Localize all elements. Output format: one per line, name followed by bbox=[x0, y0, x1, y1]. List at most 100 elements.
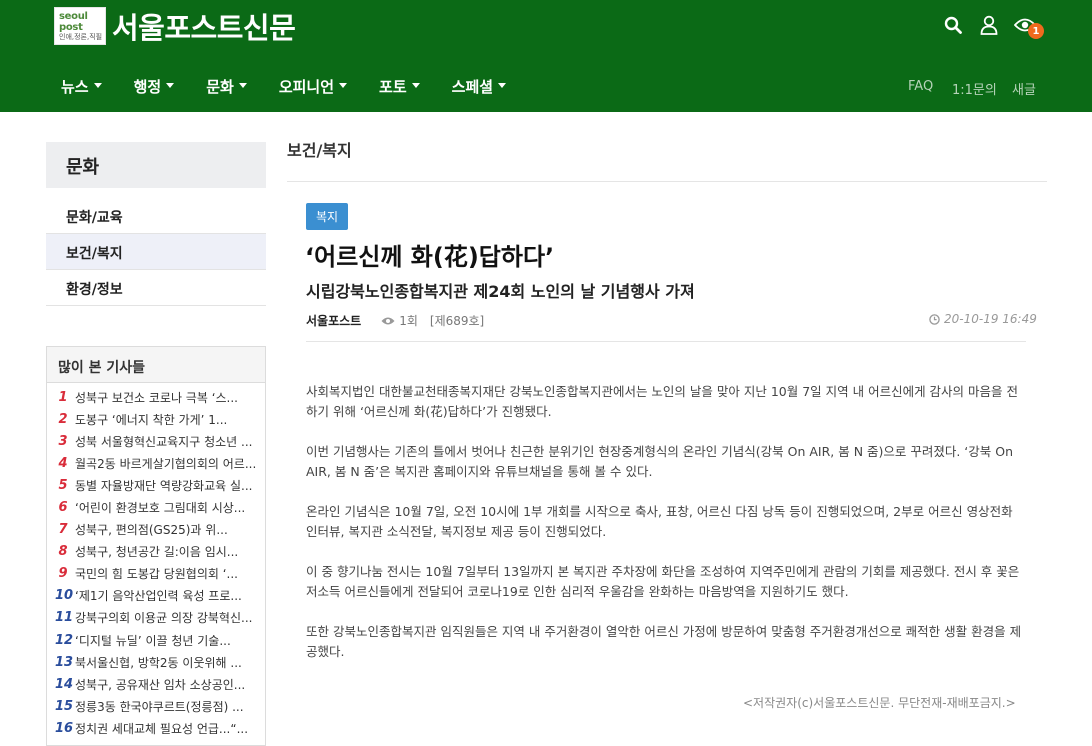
article-subtitle: 시립강북노인종합복지관 제24회 노인의 날 기념행사 가져 bbox=[306, 282, 695, 301]
divider bbox=[306, 341, 1026, 342]
popular-article-item[interactable]: 8 성북구, 청년공간 길:이음 임시... bbox=[55, 541, 261, 563]
popular-rank: 11 bbox=[55, 610, 74, 626]
divider bbox=[287, 181, 1047, 182]
popular-article-item[interactable]: 3 성북 서울형혁신교육지구 청소년 ... bbox=[55, 430, 261, 452]
popular-article-title: 성북구 보건소 코로나 극복 ‘스... bbox=[75, 390, 238, 405]
article-body: 사회복지법인 대한불교천태종복지재단 강북노인종합복지관에서는 노인의 날을 맞… bbox=[306, 382, 1026, 682]
popular-article-item[interactable]: 14 성북구, 공유재산 임차 소상공인... bbox=[55, 673, 261, 695]
popular-article-item[interactable]: 16 정치권 세대교체 필요성 언급...“... bbox=[55, 717, 261, 739]
popular-article-title: 성북구, 공유재산 임차 소상공인... bbox=[75, 677, 246, 692]
nav-label: 뉴스 bbox=[61, 78, 89, 96]
clock-icon bbox=[929, 313, 940, 325]
caret-down-icon bbox=[339, 83, 348, 88]
popular-article-item[interactable]: 9 국민의 힘 도봉갑 당원협의회 ‘... bbox=[55, 563, 261, 585]
popular-rank: 9 bbox=[58, 566, 68, 582]
caret-down-icon bbox=[498, 83, 507, 88]
sidebar-title: 문화 bbox=[46, 142, 266, 188]
popular-article-item[interactable]: 13 북서울신협, 방학2동 이웃위해 ... bbox=[55, 651, 261, 673]
article-date: 20-10-19 16:49 bbox=[929, 312, 1037, 326]
popular-articles: 많이 본 기사들 1 성북구 보건소 코로나 극복 ‘스... 2 도봉구 ‘에너지 … bbox=[46, 346, 266, 746]
issue-number: [제689호] bbox=[429, 314, 485, 328]
nav-opinion[interactable]: 오피니언 bbox=[278, 76, 348, 97]
popular-article-item[interactable]: 15 정릉3동 한국야쿠르트(정릉점) ... bbox=[55, 695, 261, 717]
popular-article-item[interactable]: 2 도봉구 ‘에너지 착한 가게’ 1... bbox=[55, 408, 261, 430]
popular-article-item[interactable]: 12 ‘디지털 뉴딜’ 이끌 청년 기술... bbox=[55, 629, 261, 651]
view-count: 1회 bbox=[381, 312, 418, 329]
popular-article-title: 성북구, 청년공간 길:이음 임시... bbox=[75, 545, 239, 560]
popular-rank: 15 bbox=[55, 698, 74, 714]
nav-administration[interactable]: 행정 bbox=[134, 76, 175, 97]
logo-wordmark: seoul post bbox=[59, 11, 88, 33]
popular-articles-title: 많이 본 기사들 bbox=[47, 347, 265, 383]
inquiry-link[interactable]: 1:1문의 bbox=[952, 79, 997, 98]
site-header: seoul post 인애,정론,직필 서울포스트신문 1 뉴스 행정 문화 오… bbox=[0, 0, 1092, 112]
popular-rank: 13 bbox=[55, 654, 74, 670]
sidebar-menu: 문화/교육 보건/복지 환경/정보 bbox=[46, 198, 266, 306]
sidebar-item-environment-info[interactable]: 환경/정보 bbox=[46, 270, 266, 306]
nav-news[interactable]: 뉴스 bbox=[61, 76, 102, 97]
nav-label: 오피니언 bbox=[278, 78, 335, 96]
view-count-value: 1회 bbox=[399, 314, 418, 328]
popular-rank: 1 bbox=[58, 389, 68, 405]
nav-culture[interactable]: 문화 bbox=[206, 76, 247, 97]
popular-article-item[interactable]: 1 성북구 보건소 코로나 극복 ‘스... bbox=[55, 386, 261, 408]
popular-article-title: 도봉구 ‘에너지 착한 가게’ 1... bbox=[75, 412, 228, 427]
popular-rank: 2 bbox=[58, 411, 68, 427]
caret-down-icon bbox=[166, 83, 175, 88]
popular-article-title: ‘디지털 뉴딜’ 이끌 청년 기술... bbox=[75, 633, 231, 648]
popular-rank: 8 bbox=[58, 544, 68, 560]
nav-photo[interactable]: 포토 bbox=[379, 76, 420, 97]
popular-article-title: 정치권 세대교체 필요성 언급...“... bbox=[75, 721, 249, 736]
article-meta: 서울포스트 1회 [제689호] bbox=[306, 312, 484, 329]
site-title[interactable]: 서울포스트신문 bbox=[112, 5, 296, 47]
faq-link[interactable]: FAQ bbox=[908, 79, 933, 94]
popular-rank: 4 bbox=[58, 455, 68, 471]
article-paragraph: 사회복지법인 대한불교천태종복지재단 강북노인종합복지관에서는 노인의 날을 맞… bbox=[306, 384, 1018, 419]
caret-down-icon bbox=[93, 83, 102, 88]
popular-rank: 16 bbox=[55, 720, 74, 736]
popular-article-item[interactable]: 10 ‘제1기 음악산업인력 육성 프로... bbox=[55, 585, 261, 607]
user-icon[interactable] bbox=[978, 14, 1000, 36]
popular-article-title: ‘어린이 환경보호 그림대회 시상... bbox=[75, 501, 246, 516]
popular-rank: 12 bbox=[55, 632, 74, 648]
popular-article-title: 강북구의회 이용균 의장 강북혁신... bbox=[75, 611, 253, 626]
popular-article-item[interactable]: 4 월곡2동 바르게살기협의회의 어르... bbox=[55, 452, 261, 474]
popular-list: 1 성북구 보건소 코로나 극복 ‘스... 2 도봉구 ‘에너지 착한 가게’ 1.… bbox=[47, 383, 265, 740]
popular-rank: 7 bbox=[58, 522, 68, 538]
popular-article-item[interactable]: 11 강북구의회 이용균 의장 강북혁신... bbox=[55, 607, 261, 629]
popular-rank: 14 bbox=[55, 676, 74, 692]
sidebar-item-health-welfare[interactable]: 보건/복지 bbox=[46, 234, 266, 270]
popular-rank: 10 bbox=[55, 588, 74, 604]
sidebar-item-culture-education[interactable]: 문화/교육 bbox=[46, 198, 266, 234]
article-paragraph: 이번 기념행사는 기존의 틀에서 벗어나 친근한 분위기인 현장중계형식의 온라… bbox=[306, 444, 1014, 479]
category-tag[interactable]: 복지 bbox=[306, 203, 349, 230]
notification-badge: 1 bbox=[1028, 23, 1044, 39]
popular-rank: 3 bbox=[58, 433, 68, 449]
article-paragraph: 또한 강북노인종합복지관 임직원들은 지역 내 주거환경이 열악한 어르신 가정… bbox=[306, 624, 1022, 659]
logo-tagline: 인애,정론,직필 bbox=[59, 33, 103, 41]
article-date-value: 20-10-19 16:49 bbox=[944, 312, 1037, 326]
popular-article-title: 국민의 힘 도봉갑 당원협의회 ‘... bbox=[75, 567, 238, 582]
popular-article-item[interactable]: 5 동별 자율방재단 역량강화교육 실... bbox=[55, 474, 261, 496]
search-icon[interactable] bbox=[942, 14, 964, 36]
article-paragraph: 이 중 향기나눔 전시는 10월 7일부터 13일까지 본 복지관 주차장에 화… bbox=[306, 564, 1020, 599]
popular-article-title: 동별 자율방재단 역량강화교육 실... bbox=[75, 478, 253, 493]
nav-label: 포토 bbox=[379, 78, 407, 96]
eye-icon bbox=[381, 317, 395, 324]
site-logo[interactable]: seoul post 인애,정론,직필 bbox=[54, 7, 106, 45]
nav-special[interactable]: 스페셜 bbox=[452, 76, 507, 97]
nav-label: 문화 bbox=[206, 78, 234, 96]
popular-rank: 5 bbox=[58, 477, 68, 493]
popular-article-item[interactable]: 6 ‘어린이 환경보호 그림대회 시상... bbox=[55, 496, 261, 518]
copyright-notice: <저작권자(c)서울포스트신문. 무단전재-재배포금지.> bbox=[743, 696, 1016, 710]
popular-article-item[interactable]: 7 성북구, 편의점(GS25)과 위... bbox=[55, 519, 261, 541]
popular-article-title: 성북 서울형혁신교육지구 청소년 ... bbox=[75, 434, 253, 449]
nav-label: 행정 bbox=[133, 78, 162, 96]
popular-article-title: 정릉3동 한국야쿠르트(정릉점) ... bbox=[75, 699, 244, 714]
article-title: ‘어르신께 화(花)답하다’ bbox=[305, 243, 555, 271]
popular-rank: 6 bbox=[58, 500, 68, 516]
article-author[interactable]: 서울포스트 bbox=[306, 312, 361, 329]
new-posts-link[interactable]: 새글 bbox=[1012, 79, 1036, 98]
popular-article-title: ‘제1기 음악산업인력 육성 프로... bbox=[75, 589, 242, 604]
popular-article-title: 북서울신협, 방학2동 이웃위해 ... bbox=[75, 655, 242, 670]
